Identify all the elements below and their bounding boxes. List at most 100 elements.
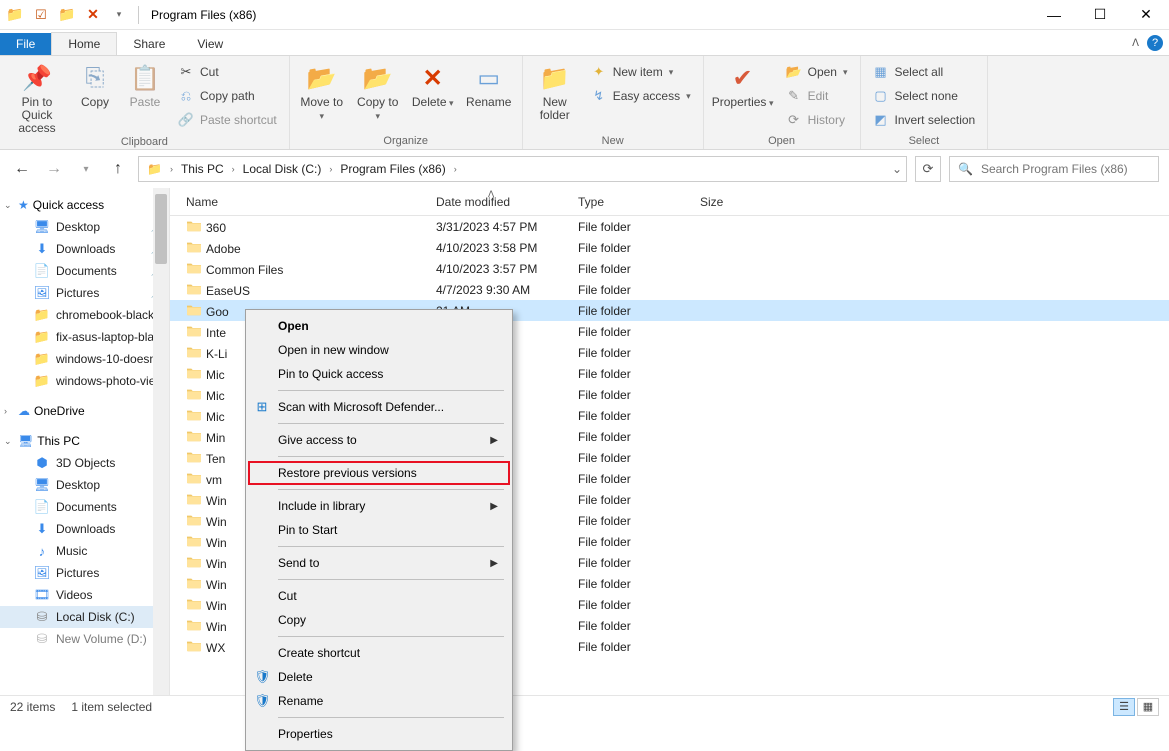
pin-to-quick-access-button[interactable]: 📌 Pin to Quick access bbox=[8, 58, 66, 136]
select-all-button[interactable]: ▦Select all bbox=[869, 62, 980, 82]
breadcrumb[interactable]: 📁 › This PC › Local Disk (C:) › Program … bbox=[138, 156, 907, 182]
group-label: Open bbox=[712, 135, 852, 149]
chevron-right-icon[interactable]: › bbox=[168, 164, 175, 174]
table-row[interactable]: Adobe4/10/2023 3:58 PMFile folder bbox=[170, 237, 1169, 258]
copy-button[interactable]: ⎘ Copy bbox=[74, 58, 116, 109]
properties-button[interactable]: ✔ Properties bbox=[712, 58, 774, 109]
history-button[interactable]: ⟳History bbox=[782, 110, 852, 130]
paste-shortcut-button[interactable]: 🔗Paste shortcut bbox=[174, 110, 281, 130]
nav-documents[interactable]: 📄Documents📌 bbox=[0, 260, 169, 282]
maximize-button[interactable]: ☐ bbox=[1077, 0, 1123, 30]
new-item-button[interactable]: ✦New item bbox=[587, 62, 695, 82]
chevron-right-icon[interactable]: › bbox=[452, 164, 459, 174]
table-row[interactable]: 3603/31/2023 4:57 PMFile folder bbox=[170, 216, 1169, 237]
col-date[interactable]: Date modified bbox=[428, 195, 570, 209]
nav-videos[interactable]: 🎞Videos bbox=[0, 584, 169, 606]
col-size[interactable]: Size bbox=[692, 195, 764, 209]
nav-onedrive[interactable]: ›☁OneDrive bbox=[0, 400, 169, 422]
ctx-scan-defender[interactable]: ⊞Scan with Microsoft Defender... bbox=[248, 395, 510, 419]
move-to-button[interactable]: 📂 Move to bbox=[298, 58, 346, 122]
ctx-rename[interactable]: 🛡Rename bbox=[248, 689, 510, 713]
separator bbox=[278, 579, 504, 580]
copy-path-button[interactable]: ⎌Copy path bbox=[174, 86, 281, 106]
nav-thispc[interactable]: ⌄🖥This PC bbox=[0, 430, 169, 452]
downloads-icon: ⬇ bbox=[34, 241, 50, 257]
delete-button[interactable]: ✕ Delete bbox=[410, 58, 456, 109]
back-button[interactable]: ← bbox=[10, 157, 34, 181]
nav-downloads[interactable]: ⬇Downloads bbox=[0, 518, 169, 540]
recent-dropdown[interactable]: ▾ bbox=[74, 157, 98, 181]
chevron-right-icon[interactable]: › bbox=[230, 164, 237, 174]
search-input[interactable] bbox=[981, 162, 1150, 176]
nav-qa-item[interactable]: 📁windows-photo-vie bbox=[0, 370, 169, 392]
separator bbox=[278, 636, 504, 637]
qat-dropdown-icon[interactable]: ▾ bbox=[108, 4, 130, 26]
ctx-properties[interactable]: Properties bbox=[248, 722, 510, 746]
edit-button[interactable]: ✎Edit bbox=[782, 86, 852, 106]
select-none-button[interactable]: ▢Select none bbox=[869, 86, 980, 106]
ctx-give-access[interactable]: Give access to▶ bbox=[248, 428, 510, 452]
nav-local-disk-c[interactable]: ⛁Local Disk (C:) bbox=[0, 606, 169, 628]
new-folder-button[interactable]: 📁 New folder bbox=[531, 58, 579, 122]
nav-downloads[interactable]: ⬇Downloads📌 bbox=[0, 238, 169, 260]
ctx-create-shortcut[interactable]: Create shortcut bbox=[248, 641, 510, 665]
ctx-pin-quick-access[interactable]: Pin to Quick access bbox=[248, 362, 510, 386]
crumb-thispc[interactable]: This PC bbox=[177, 160, 228, 178]
tab-view[interactable]: View bbox=[181, 33, 239, 55]
nav-documents[interactable]: 📄Documents bbox=[0, 496, 169, 518]
check-icon[interactable]: ☑ bbox=[30, 4, 52, 26]
view-large-icons-button[interactable]: ▦ bbox=[1137, 698, 1159, 716]
refresh-button[interactable]: ⟳ bbox=[915, 156, 941, 182]
up-button[interactable]: ↑ bbox=[106, 157, 130, 181]
ctx-delete[interactable]: 🛡Delete bbox=[248, 665, 510, 689]
collapse-ribbon-icon[interactable]: ᐱ bbox=[1132, 38, 1139, 49]
view-details-button[interactable]: ☰ bbox=[1113, 698, 1135, 716]
invert-selection-button[interactable]: ◩Invert selection bbox=[869, 110, 980, 130]
rename-button[interactable]: ▭ Rename bbox=[464, 58, 514, 109]
nav-music[interactable]: ♪Music bbox=[0, 540, 169, 562]
copy-to-button[interactable]: 📂 Copy to bbox=[354, 58, 402, 122]
open-button[interactable]: 📂Open bbox=[782, 62, 852, 82]
crumb-folder[interactable]: Program Files (x86) bbox=[336, 160, 449, 178]
tab-file[interactable]: File bbox=[0, 33, 51, 55]
nav-desktop[interactable]: 🖥Desktop📌 bbox=[0, 216, 169, 238]
ctx-cut[interactable]: Cut bbox=[248, 584, 510, 608]
col-name[interactable]: Name bbox=[178, 195, 428, 209]
nav-quick-access[interactable]: ⌄★Quick access bbox=[0, 194, 169, 216]
nav-pictures[interactable]: 🖼Pictures bbox=[0, 562, 169, 584]
ctx-restore-previous-versions[interactable]: Restore previous versions bbox=[248, 461, 510, 485]
close-button[interactable]: ✕ bbox=[1123, 0, 1169, 30]
nav-3dobjects[interactable]: ⬢3D Objects bbox=[0, 452, 169, 474]
col-type[interactable]: Type bbox=[570, 195, 692, 209]
cut-button[interactable]: ✂Cut bbox=[174, 62, 281, 82]
chevron-right-icon[interactable]: › bbox=[327, 164, 334, 174]
chevron-down-icon[interactable]: ⌄ bbox=[892, 162, 902, 176]
minimize-button[interactable]: ― bbox=[1031, 0, 1077, 30]
nav-qa-item[interactable]: 📁fix-asus-laptop-black bbox=[0, 326, 169, 348]
easy-access-button[interactable]: ↯Easy access bbox=[587, 86, 695, 106]
ctx-open-new-window[interactable]: Open in new window bbox=[248, 338, 510, 362]
close-x-icon[interactable]: ✕ bbox=[82, 4, 104, 26]
ctx-copy[interactable]: Copy bbox=[248, 608, 510, 632]
nav-pictures[interactable]: 🖼Pictures📌 bbox=[0, 282, 169, 304]
table-row[interactable]: Common Files4/10/2023 3:57 PMFile folder bbox=[170, 258, 1169, 279]
scrollbar-track[interactable] bbox=[153, 188, 169, 695]
ctx-pin-start[interactable]: Pin to Start bbox=[248, 518, 510, 542]
tab-home[interactable]: Home bbox=[51, 32, 117, 55]
ctx-open[interactable]: Open bbox=[248, 314, 510, 338]
crumb-drive[interactable]: Local Disk (C:) bbox=[239, 160, 326, 178]
ctx-send-to[interactable]: Send to▶ bbox=[248, 551, 510, 575]
tab-share[interactable]: Share bbox=[117, 33, 181, 55]
table-row[interactable]: EaseUS4/7/2023 9:30 AMFile folder bbox=[170, 279, 1169, 300]
nav-new-volume-d[interactable]: ⛁New Volume (D:) bbox=[0, 628, 169, 650]
paste-button[interactable]: 📋 Paste bbox=[124, 58, 166, 109]
search-box[interactable]: 🔍 bbox=[949, 156, 1159, 182]
nav-desktop[interactable]: 🖥Desktop bbox=[0, 474, 169, 496]
help-icon[interactable]: ? bbox=[1147, 35, 1163, 51]
ctx-include-library[interactable]: Include in library▶ bbox=[248, 494, 510, 518]
nav-qa-item[interactable]: 📁windows-10-doesnt bbox=[0, 348, 169, 370]
scrollbar-thumb[interactable] bbox=[155, 194, 167, 264]
forward-button[interactable]: → bbox=[42, 157, 66, 181]
folder-icon bbox=[186, 428, 202, 444]
nav-qa-item[interactable]: 📁chromebook-black-s bbox=[0, 304, 169, 326]
